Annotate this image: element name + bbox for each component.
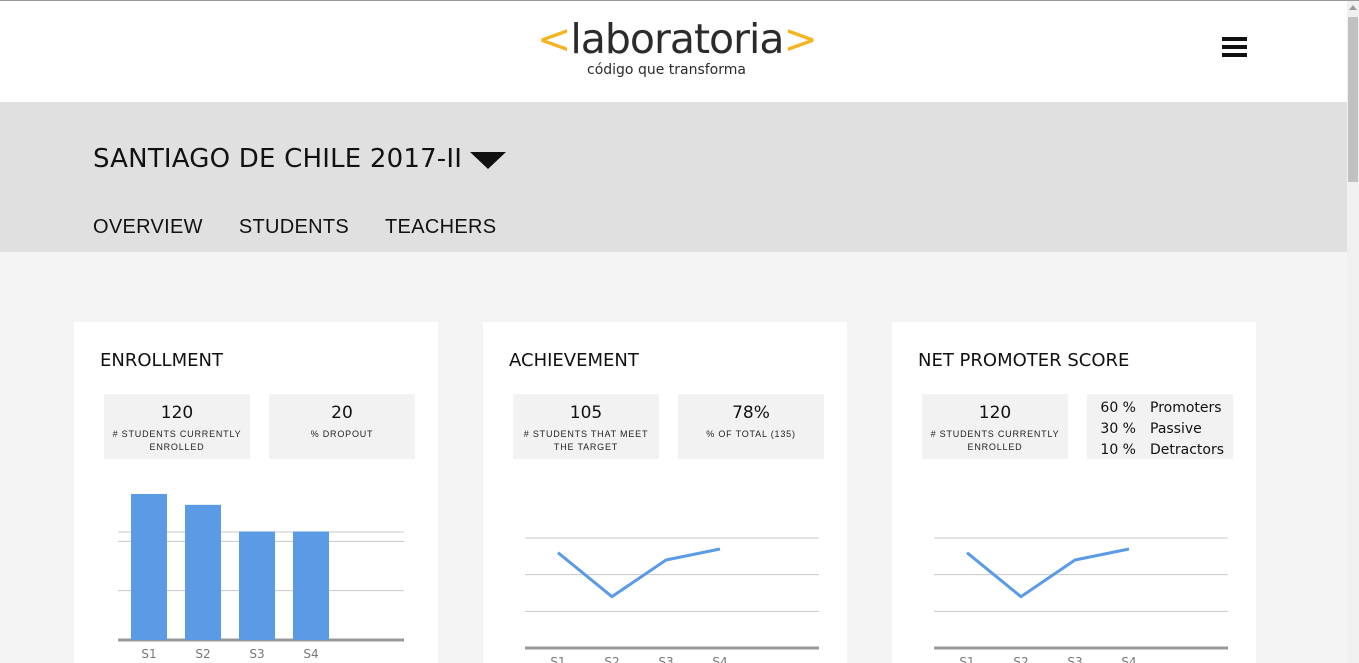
scrollbar-thumb[interactable] — [1348, 17, 1358, 182]
x-tick-label: S3 — [1067, 655, 1082, 663]
stat-label: # STUDENTS THAT MEET THE TARGET — [523, 429, 649, 452]
logo-wordmark: <laboratoria> — [537, 14, 818, 64]
stat-students-enrolled: 120 # STUDENTS CURRENTLY ENROLLED — [922, 394, 1068, 459]
card-title-achievement: ACHIEVEMENT — [509, 350, 639, 371]
nps-breakdown: 60 % Promoters 30 % Passive 10 % Detract… — [1087, 394, 1233, 459]
series-line — [557, 547, 721, 599]
nps-row-detractors: 10 % Detractors — [1087, 439, 1233, 460]
logo-open-bracket: < — [537, 15, 571, 63]
x-tick-label: S3 — [249, 647, 264, 661]
logo-close-bracket: > — [783, 15, 818, 63]
card-title-nps: NET PROMOTER SCORE — [918, 350, 1130, 371]
nps-line-chart: S1 S2 S3 S4 — [934, 537, 1228, 663]
nps-card: NET PROMOTER SCORE 120 # STUDENTS CURREN… — [892, 322, 1256, 663]
card-title-enrollment: ENROLLMENT — [100, 350, 223, 371]
nps-row-promoters: 60 % Promoters — [1087, 397, 1233, 418]
bar-s1 — [131, 493, 167, 640]
nps-percent: 60 % — [1100, 399, 1136, 416]
nps-row-passive: 30 % Passive — [1087, 418, 1233, 439]
section-tabs: OVERVIEW STUDENTS TEACHERS — [93, 216, 532, 239]
bar-s2 — [185, 504, 221, 640]
laboratoria-logo[interactable]: <laboratoria> código que transforma — [537, 14, 818, 84]
x-tick-label: S1 — [550, 655, 565, 663]
x-tick-label: S2 — [604, 655, 619, 663]
top-header: <laboratoria> código que transforma — [0, 1, 1347, 102]
x-tick-label: S1 — [959, 655, 974, 663]
tab-overview[interactable]: OVERVIEW — [93, 216, 203, 239]
scroll-up-arrow-icon[interactable] — [1349, 5, 1357, 10]
stat-value: 120 — [978, 403, 1012, 423]
bar-s4 — [293, 531, 329, 640]
nps-percent: 30 % — [1100, 420, 1136, 437]
hamburger-menu-icon[interactable] — [1222, 37, 1247, 58]
x-tick-label: S2 — [195, 647, 210, 661]
hamburger-line — [1222, 37, 1247, 41]
achievement-line-chart: S1 S2 S3 S4 — [525, 537, 819, 663]
enrollment-bar-chart: S1 S2 S3 S4 — [118, 493, 404, 661]
stat-label: % OF TOTAL (135) — [706, 429, 796, 439]
cohort-title: SANTIAGO DE CHILE 2017-II — [93, 144, 463, 174]
nps-percent: 10 % — [1100, 441, 1136, 458]
x-tick-label: S4 — [303, 647, 318, 661]
logo-tagline: código que transforma — [587, 62, 746, 78]
nps-category: Promoters — [1150, 399, 1222, 416]
nps-category: Detractors — [1150, 441, 1225, 458]
stat-value: 78% — [732, 403, 770, 423]
x-tick-label: S1 — [141, 647, 156, 661]
bar-s3 — [239, 531, 275, 640]
x-tick-label: S3 — [658, 655, 673, 663]
stat-value: 105 — [569, 403, 603, 423]
stat-value: 20 — [331, 403, 353, 423]
logo-name: laboratoria — [570, 15, 784, 63]
stat-label: # STUDENTS CURRENTLY ENROLLED — [112, 429, 242, 452]
stat-value: 120 — [160, 403, 194, 423]
stat-label: # STUDENTS CURRENTLY ENROLLED — [930, 429, 1060, 452]
stat-percent-of-total: 78% % OF TOTAL (135) — [678, 394, 824, 459]
tab-teachers[interactable]: TEACHERS — [385, 216, 496, 239]
x-tick-label: S2 — [1013, 655, 1028, 663]
series-line — [966, 547, 1130, 599]
stat-students-enrolled: 120 # STUDENTS CURRENTLY ENROLLED — [104, 394, 250, 459]
stat-dropout: 20 % DROPOUT — [269, 394, 415, 459]
vertical-scrollbar[interactable] — [1347, 1, 1359, 663]
nps-category: Passive — [1150, 420, 1202, 437]
tab-students[interactable]: STUDENTS — [239, 216, 349, 239]
x-tick-label: S4 — [712, 655, 727, 663]
hamburger-line — [1222, 53, 1247, 57]
enrollment-card: ENROLLMENT 120 # STUDENTS CURRENTLY ENRO… — [74, 322, 438, 663]
x-tick-label: S4 — [1121, 655, 1136, 663]
stat-label: % DROPOUT — [310, 429, 374, 439]
cohort-bar: SANTIAGO DE CHILE 2017-II OVERVIEW STUDE… — [0, 102, 1347, 252]
stat-students-meet-target: 105 # STUDENTS THAT MEET THE TARGET — [513, 394, 659, 459]
cohort-selector[interactable]: SANTIAGO DE CHILE 2017-II — [93, 144, 507, 174]
caret-down-icon[interactable] — [470, 152, 507, 169]
achievement-card: ACHIEVEMENT 105 # STUDENTS THAT MEET THE… — [483, 322, 847, 663]
hamburger-line — [1222, 45, 1247, 49]
